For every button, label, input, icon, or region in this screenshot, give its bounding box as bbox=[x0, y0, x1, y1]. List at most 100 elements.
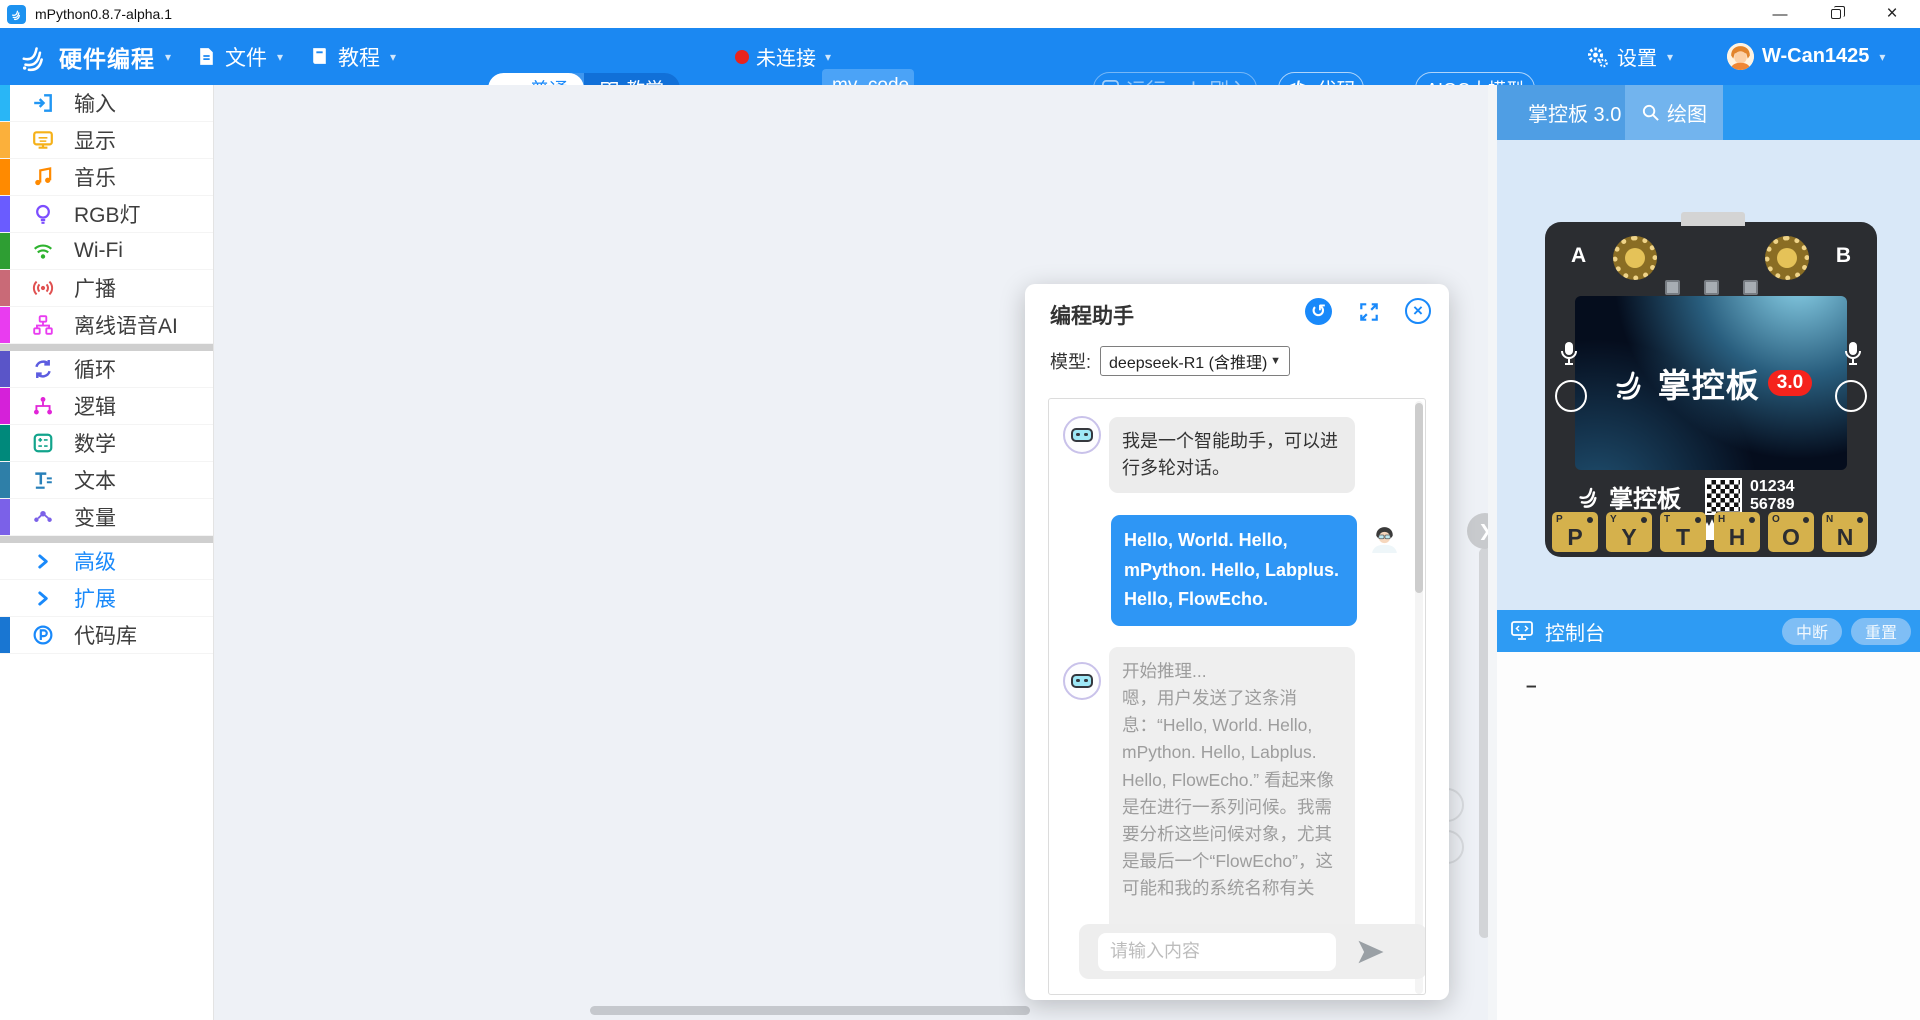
category-color-stripe bbox=[0, 388, 10, 424]
display-icon bbox=[32, 129, 54, 151]
history-icon: ↺ bbox=[1311, 301, 1326, 322]
category-color-stripe bbox=[0, 499, 10, 535]
sidebar-item-chevron-right[interactable]: 扩展 bbox=[0, 580, 213, 617]
reset-button[interactable]: 重置 bbox=[1851, 618, 1911, 645]
math-icon bbox=[32, 432, 54, 454]
category-color-stripe bbox=[0, 462, 10, 498]
chevron-down-icon: ▾ bbox=[1667, 50, 1673, 64]
sidebar-item-label: 输入 bbox=[74, 88, 116, 118]
tutorial-menu[interactable]: 教程 ▾ bbox=[309, 28, 396, 85]
tab-draw[interactable]: 绘图 bbox=[1625, 85, 1723, 140]
brand-menu[interactable]: 硬件编程 ▾ bbox=[17, 28, 171, 85]
touch-pad-n: NN bbox=[1822, 512, 1868, 552]
file-icon bbox=[196, 46, 217, 67]
sidebar-item-label: 高级 bbox=[74, 546, 116, 576]
sidebar-item-chevron-right[interactable]: 高级 bbox=[0, 543, 213, 580]
model-value: deepseek-R1 (含推理) bbox=[1109, 349, 1267, 373]
sidebar-divider bbox=[0, 344, 213, 351]
variable-icon bbox=[32, 506, 54, 528]
chat-input-bar bbox=[1079, 924, 1426, 979]
restore-button[interactable] bbox=[1808, 0, 1864, 28]
file-menu[interactable]: 文件 ▾ bbox=[196, 28, 283, 85]
logic-icon bbox=[32, 395, 54, 417]
category-color-stripe bbox=[0, 196, 10, 232]
sidebar-item-label: 循环 bbox=[74, 354, 116, 384]
chat-input[interactable] bbox=[1098, 933, 1336, 971]
block-category-sidebar: 输入显示音乐RGB灯Wi-Fi广播离线语音AI 循环逻辑数学文本变量高级扩展代码库 bbox=[0, 85, 214, 1020]
chevron-down-icon: ▾ bbox=[390, 50, 396, 64]
board-illustration: A B 掌控板 3.0 掌控板 01234 56789 bbox=[1545, 222, 1877, 557]
button-a bbox=[1613, 236, 1657, 280]
touch-pad-p: PP bbox=[1552, 512, 1598, 552]
category-color-stripe bbox=[0, 270, 10, 306]
user-message: Hello, World. Hello, mPython. Hello, Lab… bbox=[1111, 515, 1357, 626]
sidebar-item-label: 广播 bbox=[74, 273, 116, 303]
search-icon bbox=[1641, 103, 1660, 122]
silkscreen-brand: 掌控板 bbox=[1609, 479, 1681, 514]
qr-code bbox=[1705, 478, 1742, 515]
sidebar-item-music[interactable]: 音乐 bbox=[0, 159, 213, 196]
sidebar-item-broadcast[interactable]: 广播 bbox=[0, 270, 213, 307]
chevron-right-icon bbox=[36, 554, 50, 568]
sidebar-item-text[interactable]: 文本 bbox=[0, 462, 213, 499]
sidebar-item-label: 数学 bbox=[74, 428, 116, 458]
sidebar-item-math[interactable]: 数学 bbox=[0, 425, 213, 462]
rgb-led-icon bbox=[1665, 280, 1680, 295]
message-list[interactable]: 我是一个智能助手，可以进行多轮对话。 Hello, World. Hello, … bbox=[1048, 398, 1426, 995]
sidebar-item-loop[interactable]: 循环 bbox=[0, 351, 213, 388]
touch-pad-h: HH bbox=[1714, 512, 1760, 552]
rgb-icon bbox=[32, 203, 54, 225]
button-b bbox=[1765, 236, 1809, 280]
history-reset-button[interactable]: ↺ bbox=[1305, 298, 1332, 325]
category-color-stripe bbox=[0, 307, 10, 343]
brand-title: 硬件编程 bbox=[59, 40, 155, 74]
category-color-stripe bbox=[0, 425, 10, 461]
send-icon[interactable] bbox=[1356, 937, 1386, 967]
sidebar-item-rgb[interactable]: RGB灯 bbox=[0, 196, 213, 233]
settings-menu[interactable]: 设置 ▾ bbox=[1585, 28, 1673, 85]
sidebar-item-logic[interactable]: 逻辑 bbox=[0, 388, 213, 425]
console-output[interactable]: – bbox=[1497, 652, 1920, 1020]
connection-label: 未连接 bbox=[756, 42, 816, 71]
touch-pads: PPYYTTHHOONN bbox=[1552, 512, 1870, 552]
tab-board[interactable]: 掌控板 3.0 bbox=[1497, 85, 1625, 140]
sidebar-item-label: 文本 bbox=[74, 465, 116, 495]
version-badge: 3.0 bbox=[1768, 370, 1812, 396]
sidebar-item-label: 变量 bbox=[74, 502, 116, 532]
wifi-icon bbox=[32, 240, 54, 262]
bot-avatar bbox=[1063, 416, 1101, 454]
close-button[interactable]: × bbox=[1864, 0, 1920, 28]
minimize-button[interactable]: — bbox=[1752, 0, 1808, 28]
close-icon: × bbox=[1413, 301, 1423, 321]
model-select[interactable]: deepseek-R1 (含推理) ▼ bbox=[1100, 346, 1290, 376]
device-panel: 掌控板 3.0 绘图 A B 掌控板 3.0 掌控板 bbox=[1497, 85, 1920, 1020]
codelib-icon bbox=[32, 624, 54, 646]
sidebar-item-voice-ai[interactable]: 离线语音AI bbox=[0, 307, 213, 344]
user-menu[interactable]: W-Can1425 ▾ bbox=[1727, 28, 1885, 85]
sidebar-item-display[interactable]: 显示 bbox=[0, 122, 213, 159]
sidebar-item-input[interactable]: 输入 bbox=[0, 85, 213, 122]
model-label: 模型: bbox=[1050, 348, 1091, 374]
user-chat-avatar bbox=[1369, 522, 1400, 553]
sidebar-item-variable[interactable]: 变量 bbox=[0, 499, 213, 536]
category-color-stripe bbox=[0, 233, 10, 269]
loop-icon bbox=[32, 358, 54, 380]
settings-label: 设置 bbox=[1617, 42, 1657, 71]
horizontal-scrollbar[interactable] bbox=[590, 1006, 1030, 1015]
bot-avatar bbox=[1063, 662, 1101, 700]
broadcast-icon bbox=[32, 277, 54, 299]
expand-button[interactable] bbox=[1355, 298, 1382, 325]
app-logo-icon bbox=[7, 5, 26, 24]
usb-port bbox=[1681, 212, 1745, 226]
microphone-icon bbox=[1841, 340, 1865, 368]
interrupt-button[interactable]: 中断 bbox=[1782, 618, 1842, 645]
sidebar-item-label: 离线语音AI bbox=[74, 310, 178, 340]
chat-scrollbar-thumb[interactable] bbox=[1415, 403, 1423, 593]
panel-gutter bbox=[1488, 85, 1497, 1020]
category-color-stripe bbox=[0, 617, 10, 653]
sidebar-item-codelib[interactable]: 代码库 bbox=[0, 617, 213, 654]
console-header: 控制台 中断 重置 bbox=[1497, 610, 1920, 652]
close-dialog-button[interactable]: × bbox=[1405, 298, 1431, 324]
connection-status[interactable]: 未连接 ▾ bbox=[735, 28, 831, 85]
sidebar-item-wifi[interactable]: Wi-Fi bbox=[0, 233, 213, 270]
